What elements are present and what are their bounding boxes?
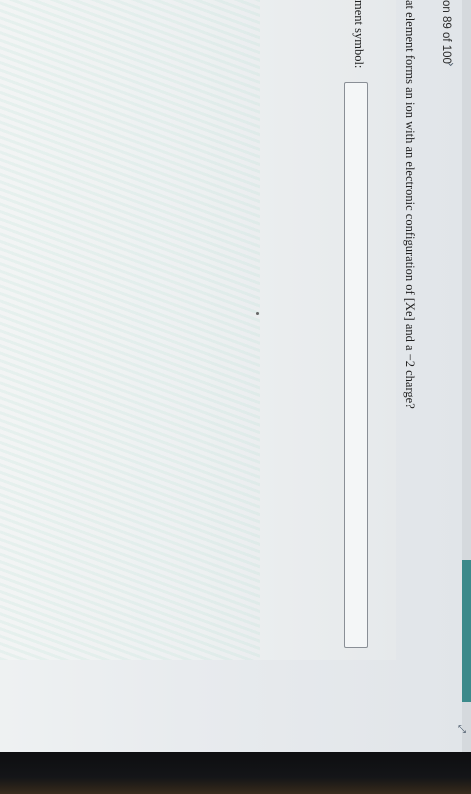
monitor-bezel (0, 752, 471, 794)
screen (0, 0, 462, 752)
element-symbol-input[interactable] (344, 82, 368, 648)
question-counter: on 89 of 100 (440, 0, 452, 64)
screen-moire-overlay (0, 0, 260, 660)
next-question-chevron-icon[interactable]: › (444, 62, 458, 67)
screen-speck (256, 312, 259, 315)
element-symbol-label: ment symbol: (352, 0, 366, 69)
question-text: at element forms an ion with an electron… (403, 0, 417, 409)
toolbar-accent (462, 560, 471, 702)
expand-icon[interactable]: ⤢ (455, 722, 469, 736)
question-panel (0, 0, 396, 660)
